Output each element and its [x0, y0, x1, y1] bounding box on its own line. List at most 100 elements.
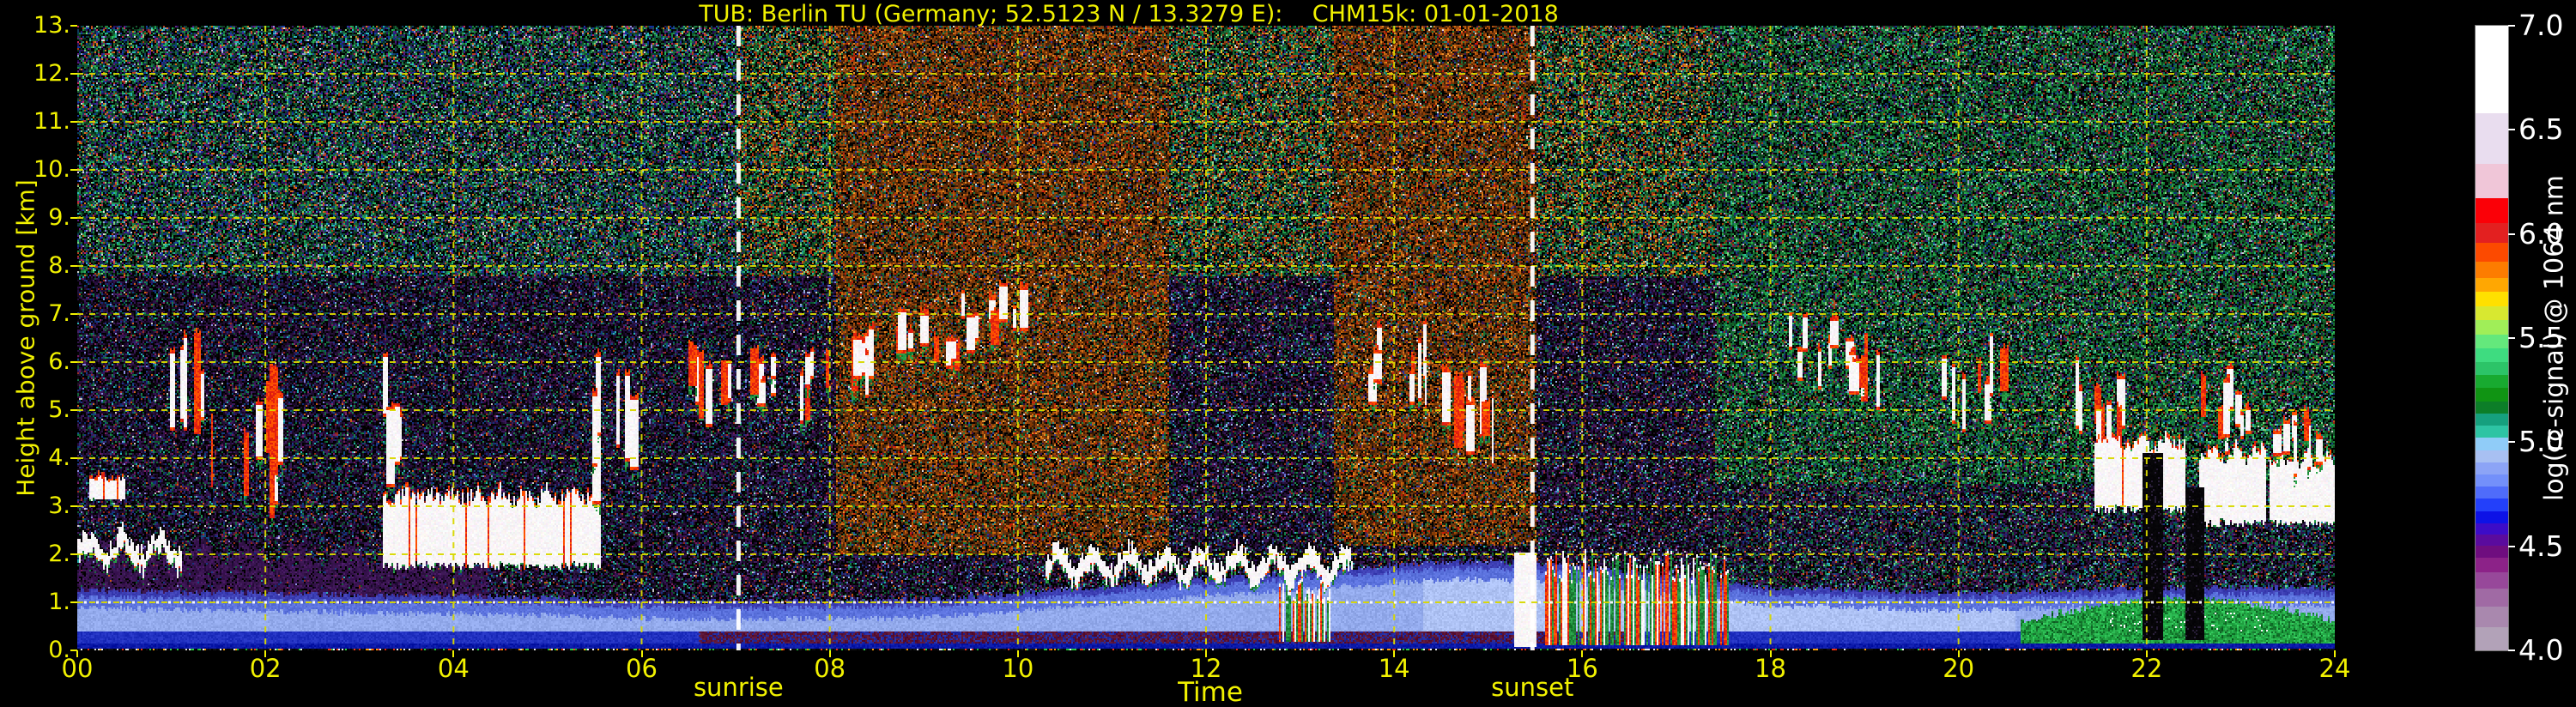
y-tick-label: 1.: [48, 589, 70, 615]
colorbar-tick-mark: [2508, 233, 2515, 235]
y-tick-mark: [70, 25, 77, 27]
colorbar-swatch: [2476, 511, 2508, 523]
y-tick-label: 11.: [33, 108, 70, 135]
y-tick-mark: [70, 457, 77, 459]
y-tick-mark: [70, 361, 77, 363]
colorbar-swatch: [2476, 588, 2508, 607]
colorbar-swatch: [2476, 305, 2508, 321]
colorbar-swatch: [2476, 361, 2508, 376]
x-tick-mark: [640, 650, 643, 657]
colorbar-tick-mark: [2508, 337, 2515, 339]
colorbar-swatch: [2476, 375, 2508, 389]
colorbar-swatch: [2476, 222, 2508, 244]
x-tick-label: 24: [2318, 654, 2351, 683]
y-tick-label: 9.: [48, 204, 70, 231]
x-tick-label: 10: [1002, 654, 1034, 683]
colorbar-tick-mark: [2508, 545, 2515, 547]
colorbar-swatch: [2476, 292, 2508, 306]
colorbar-swatch: [2476, 426, 2508, 438]
ceilometer-quicklook: TUB: Berlin TU (Germany; 52.5123 N / 13.…: [0, 0, 2576, 707]
x-tick-mark: [264, 650, 267, 657]
sunrise-annotation: sunrise: [693, 673, 784, 702]
colorbar-tick-label: 4.5: [2518, 529, 2564, 563]
colorbar-tick-label: 7.0: [2518, 9, 2564, 42]
colorbar-swatch: [2476, 198, 2508, 223]
colorbar-swatch: [2476, 401, 2508, 414]
x-tick-label: 14: [1378, 654, 1410, 683]
y-tick-mark: [70, 505, 77, 507]
x-tick-mark: [1769, 650, 1772, 657]
colorbar-swatch: [2476, 571, 2508, 589]
y-tick-label: 0.: [48, 637, 70, 663]
y-tick-mark: [70, 553, 77, 555]
y-tick-mark: [70, 313, 77, 315]
colorbar-swatch: [2476, 499, 2508, 511]
y-tick-mark: [70, 601, 77, 603]
colorbar-swatch: [2476, 243, 2508, 262]
colorbar-swatch: [2476, 474, 2508, 487]
colorbar-tick-label: 4.0: [2518, 633, 2564, 667]
x-tick-mark: [1205, 650, 1207, 657]
y-tick-mark: [70, 169, 77, 171]
x-tick-mark: [828, 650, 831, 657]
y-tick-label: 8.: [48, 252, 70, 279]
colorbar-swatch: [2476, 163, 2508, 199]
x-tick-mark: [76, 650, 78, 657]
colorbar-swatch: [2476, 438, 2508, 450]
colorbar-swatch: [2476, 348, 2508, 362]
y-tick-label: 3.: [48, 492, 70, 519]
x-tick-label: 12: [1190, 654, 1222, 683]
x-tick-mark: [452, 650, 455, 657]
colorbar-swatch: [2476, 277, 2508, 293]
x-tick-mark: [1016, 650, 1019, 657]
colorbar-swatch: [2476, 545, 2508, 559]
colorbar-swatch: [2476, 388, 2508, 402]
y-tick-label: 10.: [33, 156, 70, 183]
colorbar-swatch: [2476, 534, 2508, 546]
colorbar-swatch: [2476, 462, 2508, 475]
colorbar-tick-mark: [2508, 441, 2515, 444]
y-tick-mark: [70, 650, 77, 651]
x-tick-label: 22: [2131, 654, 2163, 683]
x-tick-mark: [1581, 650, 1584, 657]
y-tick-label: 7.: [48, 300, 70, 327]
y-tick-mark: [70, 121, 77, 123]
x-tick-mark: [1393, 650, 1396, 657]
x-tick-label: 18: [1755, 654, 1786, 683]
y-tick-mark: [70, 217, 77, 219]
colorbar-swatch: [2476, 486, 2508, 499]
colorbar-tick-label: 6.0: [2518, 216, 2564, 251]
x-tick-mark: [1957, 650, 1960, 657]
y-tick-label: 5.: [48, 396, 70, 423]
x-tick-mark: [2145, 650, 2148, 657]
colorbar-tick-label: 5.0: [2518, 425, 2564, 459]
x-tick-label: 04: [437, 654, 470, 683]
colorbar-tick-label: 5.5: [2518, 321, 2564, 354]
y-tick-mark: [70, 265, 77, 267]
colorbar-swatch: [2476, 626, 2508, 650]
colorbar-swatch: [2476, 523, 2508, 535]
x-tick-label: 08: [814, 654, 846, 683]
y-tick-label: 13.: [33, 12, 70, 39]
page-title: TUB: Berlin TU (Germany; 52.5123 N / 13.…: [699, 1, 1559, 27]
y-tick-mark: [70, 73, 77, 75]
colorbar-swatch: [2476, 320, 2508, 335]
colorbar-swatch: [2476, 558, 2508, 572]
colorbar-swatch: [2476, 26, 2508, 113]
y-tick-label: 12.: [33, 60, 70, 87]
colorbar-swatch: [2476, 414, 2508, 426]
x-tick-label: 20: [1943, 654, 1975, 683]
colorbar-tick-label: 6.5: [2518, 112, 2564, 147]
colorbar-swatch: [2476, 334, 2508, 349]
colorbar-tick-mark: [2508, 129, 2515, 131]
colorbar-tick-mark: [2508, 650, 2515, 651]
colorbar-swatch: [2476, 112, 2508, 164]
x-tick-label: 16: [1566, 654, 1598, 683]
y-tick-label: 6.: [48, 348, 70, 375]
colorbar-swatch: [2476, 450, 2508, 462]
backscatter-heatmap-canvas: [77, 26, 2335, 650]
colorbar: [2475, 25, 2509, 651]
x-tick-label: 02: [249, 654, 282, 683]
y-tick-label: 2.: [48, 541, 70, 567]
x-tick-mark: [2334, 650, 2336, 657]
